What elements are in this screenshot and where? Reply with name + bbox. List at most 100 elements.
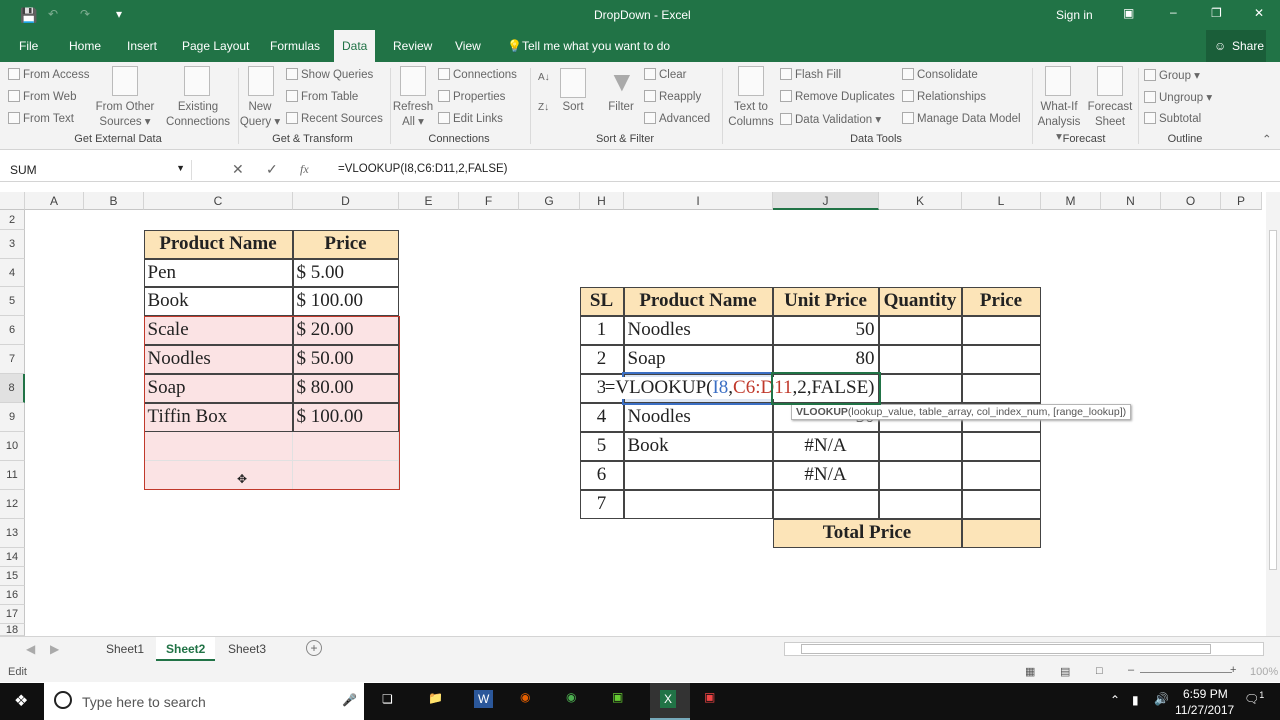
cell-I6[interactable]: Noodles <box>623 315 773 345</box>
cell-D10[interactable] <box>293 432 399 461</box>
cell-L6[interactable] <box>961 315 1041 345</box>
clear-button[interactable]: Clear <box>644 68 686 81</box>
cell-J11[interactable]: #N/A <box>772 460 879 490</box>
cell-H11[interactable]: 6 <box>579 460 624 490</box>
cell-I11[interactable] <box>623 460 773 490</box>
column-header-D[interactable]: D <box>293 192 399 210</box>
filter-button[interactable]: Filter <box>604 100 638 115</box>
zoom-slider[interactable] <box>1140 672 1232 673</box>
cell-D4[interactable]: $ 5.00 <box>292 258 399 287</box>
consolidate-button[interactable]: Consolidate <box>902 68 978 81</box>
tab-review[interactable]: Review <box>393 39 432 53</box>
cell-C4[interactable]: Pen <box>143 258 293 287</box>
cell-D9[interactable]: $ 100.00 <box>292 402 399 432</box>
column-header-F[interactable]: F <box>459 192 519 210</box>
file-explorer-icon[interactable]: 📁 <box>428 691 443 705</box>
row-header-5[interactable]: 5 <box>0 287 25 316</box>
recorder-icon[interactable]: ▣ <box>704 690 715 704</box>
cell-D3[interactable]: Price <box>292 229 399 259</box>
redo-icon[interactable]: ↷ <box>80 7 90 21</box>
cell-J10[interactable]: #N/A <box>772 431 879 461</box>
firefox-icon[interactable]: ◉ <box>520 690 530 704</box>
from-access-button[interactable]: From Access <box>8 68 89 81</box>
column-header-B[interactable]: B <box>84 192 144 210</box>
cell-I9[interactable]: Noodles <box>623 402 773 432</box>
cell-H7[interactable]: 2 <box>579 344 624 374</box>
cell-K8[interactable] <box>878 373 962 403</box>
add-sheet-icon[interactable]: + <box>306 640 322 656</box>
cell-K12[interactable] <box>878 489 962 519</box>
data-validation-button[interactable]: Data Validation ▾ <box>780 112 881 126</box>
cell-L8[interactable] <box>961 373 1041 403</box>
cell-H5[interactable]: SL <box>579 286 624 316</box>
row-header-14[interactable]: 14 <box>0 548 25 567</box>
new-query-button[interactable]: New Query ▾ <box>238 100 282 130</box>
select-all-corner[interactable] <box>0 192 25 210</box>
zoom-in-icon[interactable]: + <box>1230 664 1236 676</box>
sort-button[interactable]: Sort <box>556 100 590 115</box>
sort-descending-icon[interactable]: Z↓ <box>538 102 549 113</box>
task-view-icon[interactable]: ❏ <box>382 692 393 706</box>
row-header-16[interactable]: 16 <box>0 586 25 605</box>
cell-D11[interactable] <box>293 461 399 490</box>
tab-view[interactable]: View <box>455 39 481 53</box>
row-header-4[interactable]: 4 <box>0 259 25 287</box>
microphone-icon[interactable]: 🎤 <box>342 693 357 707</box>
search-box[interactable]: Type here to search 🎤 <box>44 683 364 720</box>
column-header-P[interactable]: P <box>1221 192 1262 210</box>
row-header-11[interactable]: 11 <box>0 461 25 490</box>
row-header-7[interactable]: 7 <box>0 345 25 374</box>
tab-page-layout[interactable]: Page Layout <box>182 39 249 53</box>
scroll-thumb[interactable] <box>1269 230 1277 570</box>
sheet-tab-sheet2[interactable]: Sheet2 <box>156 637 216 661</box>
show-hidden-icons[interactable]: ⌃ <box>1110 693 1120 707</box>
column-header-C[interactable]: C <box>144 192 293 210</box>
collapse-ribbon-icon[interactable]: ⌃ <box>1262 132 1272 146</box>
connections-button[interactable]: Connections <box>438 68 517 81</box>
cell-D5[interactable]: $ 100.00 <box>292 286 399 316</box>
scroll-thumb[interactable] <box>801 644 1211 654</box>
cell-J13[interactable]: Total Price <box>772 518 962 548</box>
undo-icon[interactable]: ↶ <box>48 7 58 21</box>
horizontal-scrollbar[interactable] <box>784 642 1264 656</box>
row-header-9[interactable]: 9 <box>0 403 25 432</box>
column-header-O[interactable]: O <box>1161 192 1221 210</box>
windows-start-icon[interactable]: ❖ <box>14 691 28 711</box>
from-table-button[interactable]: From Table <box>286 90 358 103</box>
tab-data[interactable]: Data <box>334 30 376 62</box>
enter-icon[interactable]: ✓ <box>266 161 278 178</box>
page-break-view-icon[interactable]: □ <box>1096 665 1103 677</box>
formula-input[interactable]: =VLOOKUP(I8,C6:D11,2,FALSE) <box>338 163 508 175</box>
cancel-icon[interactable]: ✕ <box>232 161 244 178</box>
ribbon-display-icon[interactable]: ▣ <box>1123 6 1134 20</box>
from-web-button[interactable]: From Web <box>8 90 76 103</box>
save-icon[interactable]: 💾 <box>20 7 37 24</box>
column-header-M[interactable]: M <box>1041 192 1101 210</box>
cell-H12[interactable]: 7 <box>579 489 624 519</box>
row-header-12[interactable]: 12 <box>0 490 25 519</box>
cell-K5[interactable]: Quantity <box>878 286 962 316</box>
cell-C11[interactable] <box>144 461 293 490</box>
insert-function-button[interactable]: fx <box>300 162 309 177</box>
name-box[interactable]: SUM ▼ <box>4 160 192 180</box>
formula-edit-text[interactable]: =VLOOKUP(I8,C6:D11,2,FALSE) <box>604 377 875 399</box>
forecast-sheet-button[interactable]: Forecast Sheet <box>1086 100 1134 130</box>
sort-ascending-icon[interactable]: A↓ <box>538 72 550 83</box>
column-header-L[interactable]: L <box>962 192 1041 210</box>
prev-sheet-icon[interactable]: ◀ <box>26 642 35 656</box>
volume-icon[interactable]: 🔊 <box>1154 692 1169 706</box>
camtasia-icon[interactable]: ▣ <box>612 690 623 704</box>
cell-L10[interactable] <box>961 431 1041 461</box>
notifications-icon[interactable]: 🗨1 <box>1244 690 1264 706</box>
cell-L13[interactable] <box>961 518 1041 548</box>
cell-C9[interactable]: Tiffin Box <box>143 402 293 432</box>
restore-icon[interactable]: ❐ <box>1211 6 1222 20</box>
page-layout-view-icon[interactable]: ▤ <box>1060 665 1070 678</box>
cell-H9[interactable]: 4 <box>579 402 624 432</box>
column-header-H[interactable]: H <box>580 192 624 210</box>
column-header-G[interactable]: G <box>519 192 580 210</box>
chrome-icon[interactable]: ◉ <box>566 690 576 704</box>
clock-time[interactable]: 6:59 PM <box>1183 687 1228 701</box>
customize-toolbar-icon[interactable]: ▾ <box>116 7 122 21</box>
vertical-scrollbar[interactable] <box>1266 192 1280 636</box>
